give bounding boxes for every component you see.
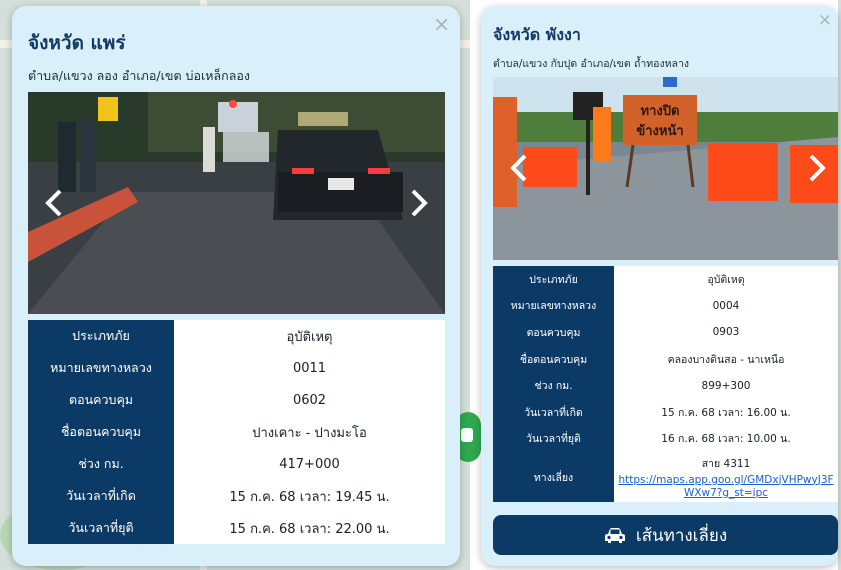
incident-photo: ทางปิด ข้างหน้า [493,77,838,260]
table-row: ประเภทภัย อุบัติเหตุ [28,320,445,352]
row-label: ประเภทภัย [28,320,174,352]
row-label: ประเภทภัย [493,266,614,293]
car-icon [604,528,625,543]
location-subtitle: ตำบล/แขวง กับปุด อำเภอ/เขต ถ้ำทองหลาง [493,58,689,70]
incident-details-table: ประเภทภัย อุบัติเหตุ หมายเลขทางหลวง 0004 ต… [493,266,838,503]
table-row: ช่วง กม. 899+300 [493,372,838,399]
table-row: ช่วง กม. 417+000 [28,448,445,480]
table-row: หมายเลขทางหลวง 0011 [28,352,445,384]
row-value: อุบัติเหตุ [614,266,838,293]
row-value: สาย 4311 https://maps.app.goo.gl/GMDxjVH… [614,452,838,503]
row-value: ปางเคาะ - ปางมะโอ [174,416,445,448]
chevron-right-icon [809,154,826,182]
row-label: วันเวลาที่ยุติ [28,512,174,544]
row-label: วันเวลาที่ยุติ [493,425,614,453]
table-row: ชื่อตอนควบคุม คลองบางดินสอ - นาเหนือ [493,345,838,373]
row-label: ชื่อตอนควบคุม [493,345,614,373]
next-photo-button[interactable] [799,151,833,185]
row-label: หมายเลขทางหลวง [493,292,614,320]
close-icon[interactable]: × [433,14,450,34]
close-icon[interactable]: × [818,10,832,30]
chevron-right-icon [411,189,428,217]
table-row: ตอนควบคุม 0602 [28,384,445,416]
row-value: 0602 [174,384,445,416]
sign-text-line-2: ข้างหน้า [636,123,683,139]
detour-route-text: สาย 4311 [701,457,751,470]
detour-button-label: เส้นทางเลี่ยง [635,525,728,546]
table-row: วันเวลาที่ยุติ 16 ก.ค. 68 เวลา: 10.00 น. [493,425,838,453]
table-row: หมายเลขทางหลวง 0004 [493,292,838,320]
detour-map-link[interactable]: https://maps.app.goo.gl/GMDxjVHPwyJ3FWXw… [614,474,838,500]
row-value: 15 ก.ค. 68 เวลา: 19.45 น. [174,480,445,512]
row-label: ทางเลี่ยง [493,452,614,503]
table-row: วันเวลาที่เกิด 15 ก.ค. 68 เวลา: 19.45 น. [28,480,445,512]
row-value: อุบัติเหตุ [174,320,445,352]
table-row: ตอนควบคุม 0903 [493,319,838,346]
location-subtitle: ตำบล/แขวง ลอง อำเภอ/เขต บ่อเหล็กลอง [28,68,251,83]
row-label: วันเวลาที่เกิด [493,398,614,426]
table-row: ชื่อตอนควบคุม ปางเคาะ - ปางมะโอ [28,416,445,448]
detour-route-button[interactable]: เส้นทางเลี่ยง [493,515,838,555]
map-marker-icon [461,428,473,442]
table-row: วันเวลาที่ยุติ 15 ก.ค. 68 เวลา: 22.00 น. [28,512,445,544]
row-label: ชื่อตอนควบคุม [28,416,174,448]
row-value: 0011 [174,352,445,384]
chevron-left-icon [45,189,62,217]
table-row-detour: ทางเลี่ยง สาย 4311 https://maps.app.goo.… [493,452,838,503]
road-closure-barrier-photo: ทางปิด ข้างหน้า [493,77,838,260]
incident-photo [28,92,445,314]
row-label: วันเวลาที่เกิด [28,480,174,512]
row-value: 15 ก.ค. 68 เวลา: 16.00 น. [614,398,838,426]
sign-text-line-1: ทางปิด [641,104,680,119]
incident-popup-phrae: × จังหวัด แพร่ ตำบล/แขวง ลอง อำเภอ/เขต บ… [12,6,460,566]
prev-photo-button[interactable] [503,151,537,185]
row-label: หมายเลขทางหลวง [28,352,174,384]
row-label: ตอนควบคุม [28,384,174,416]
province-title: จังหวัด แพร่ [28,32,126,54]
row-label: ช่วง กม. [28,448,174,480]
row-value: 16 ก.ค. 68 เวลา: 10.00 น. [614,425,838,453]
row-value: 417+000 [174,448,445,480]
row-value: 15 ก.ค. 68 เวลา: 22.00 น. [174,512,445,544]
prev-photo-button[interactable] [38,186,72,220]
row-value: 0004 [614,292,838,320]
incident-details-table: ประเภทภัย อุบัติเหตุ หมายเลขทางหลวง 0011 ต… [28,320,445,544]
next-photo-button[interactable] [401,186,435,220]
night-accident-road-photo [28,92,445,314]
table-row: วันเวลาที่เกิด 15 ก.ค. 68 เวลา: 16.00 น. [493,398,838,426]
table-row: ประเภทภัย อุบัติเหตุ [493,266,838,293]
province-title: จังหวัด พังงา [493,25,581,44]
incident-popup-phangnga: × จังหวัด พังงา ตำบล/แขวง กับปุด อำเภอ/เ… [481,6,838,566]
row-value: 899+300 [614,372,838,399]
row-value: คลองบางดินสอ - นาเหนือ [614,345,838,373]
row-value: 0903 [614,319,838,346]
row-label: ตอนควบคุม [493,319,614,346]
chevron-left-icon [510,154,527,182]
row-label: ช่วง กม. [493,372,614,399]
